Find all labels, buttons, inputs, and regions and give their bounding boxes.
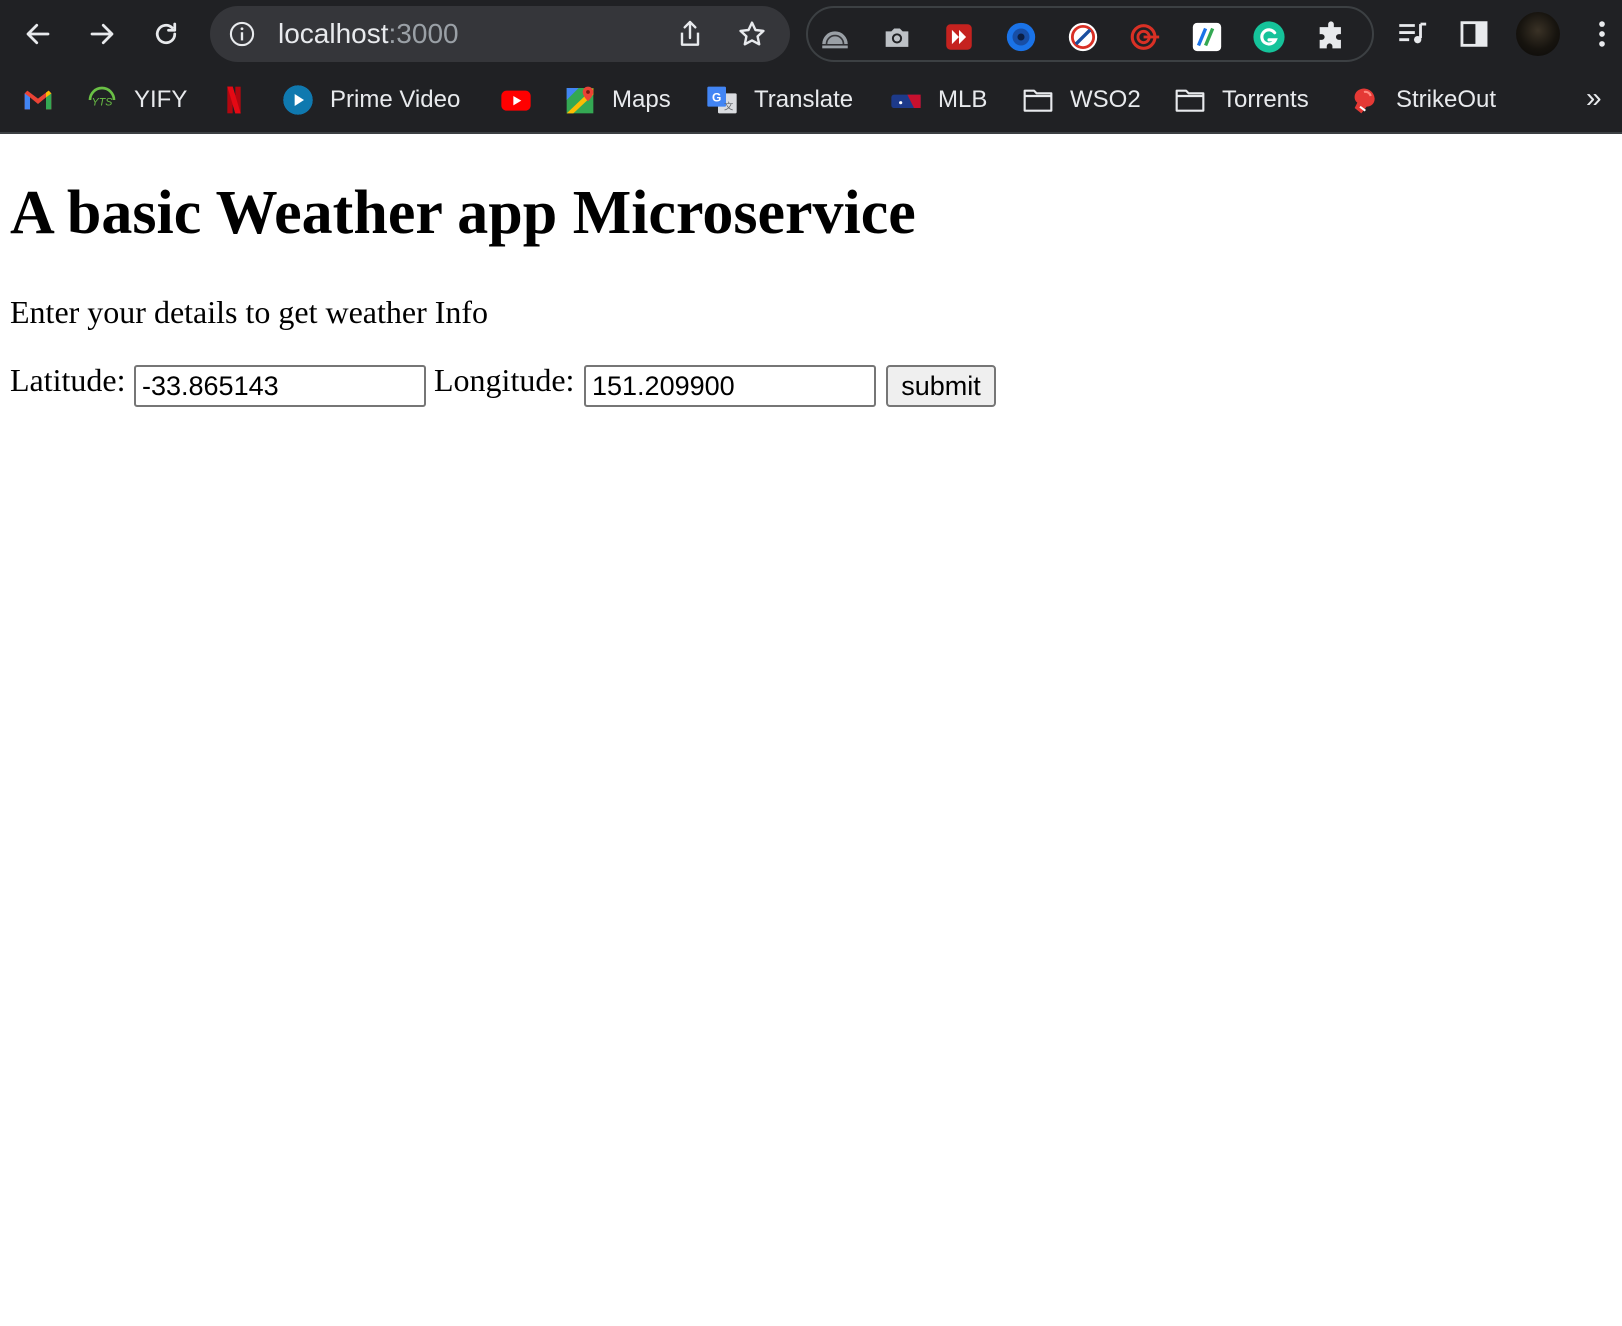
bookmark-label: YIFY (134, 86, 188, 113)
bookmark-folder-wso2[interactable]: WSO2 (1022, 80, 1141, 120)
netflix-icon (227, 86, 241, 114)
url-text[interactable]: localhost:3000 (278, 19, 459, 49)
extension-4[interactable] (1004, 20, 1038, 54)
bookmark-label: Prime Video (330, 86, 461, 113)
page-title: A basic Weather app Microservice (10, 179, 916, 247)
bookmark-folder-torrents[interactable]: Torrents (1174, 80, 1309, 120)
folder-icon (1023, 89, 1053, 112)
browser-toolbar: localhost:3000 (0, 0, 1622, 68)
url-host: localhost (278, 18, 389, 49)
side-panel-button[interactable] (1456, 16, 1492, 52)
latitude-label: Latitude: (10, 362, 126, 398)
submit-button[interactable]: submit (886, 365, 996, 407)
extension-2[interactable] (880, 20, 914, 54)
slashes-icon (1192, 22, 1222, 52)
puzzle-piece-icon (1319, 21, 1341, 49)
bookmark-prime-video[interactable]: Prime Video (282, 80, 460, 120)
svg-text:YTS: YTS (92, 96, 113, 108)
svg-text:G: G (712, 90, 721, 104)
url-port: :3000 (388, 18, 459, 49)
bookmark-label: Translate (754, 86, 854, 113)
bookmark-label: StrikeOut (1396, 86, 1497, 113)
bookmark-youtube[interactable] (500, 80, 532, 120)
maps-icon (566, 86, 594, 114)
longitude-label: Longitude: (434, 362, 575, 398)
page-subtitle: Enter your details to get weather Info (10, 294, 489, 330)
extensions-group (806, 6, 1374, 62)
more-bookmarks-button[interactable]: » (1586, 82, 1602, 114)
translate-icon: G文 (707, 86, 737, 114)
arrow-right-icon (90, 23, 114, 45)
blue-circle-icon (1006, 22, 1036, 52)
bookmark-star-icon[interactable] (736, 18, 768, 50)
arrow-left-icon (26, 23, 50, 45)
svg-text:文: 文 (724, 100, 733, 111)
block-icon (1068, 22, 1098, 52)
reload-icon (155, 22, 177, 45)
bookmark-label: Maps (612, 86, 671, 113)
prime-video-icon (283, 85, 313, 115)
latitude-input[interactable] (134, 365, 426, 407)
target-icon (1130, 24, 1160, 50)
bookmark-netflix[interactable] (218, 80, 250, 120)
boxing-glove-icon (1354, 88, 1375, 114)
extension-8[interactable] (1252, 20, 1286, 54)
reload-button[interactable] (146, 14, 186, 54)
bookmarks-bar: YTS YIFY Prime Video Maps G文 Translate M… (0, 68, 1622, 134)
page-content: A basic Weather app Microservice Enter y… (0, 134, 1622, 1326)
fast-forward-icon (946, 24, 972, 50)
extension-3[interactable] (942, 20, 976, 54)
bookmark-strikeout[interactable]: StrikeOut (1348, 80, 1496, 120)
bookmark-label: MLB (938, 86, 988, 113)
extensions-menu-button[interactable] (1314, 20, 1348, 54)
bookmark-label: Torrents (1222, 86, 1309, 113)
forward-button[interactable] (82, 14, 122, 54)
back-button[interactable] (18, 14, 58, 54)
extension-7[interactable] (1190, 20, 1224, 54)
more-vertical-icon (1599, 21, 1605, 47)
bookmark-gmail[interactable] (22, 80, 54, 120)
share-icon[interactable] (674, 18, 706, 50)
site-info-icon[interactable] (228, 20, 256, 48)
dome-extension-icon (822, 31, 848, 49)
camera-icon (885, 28, 909, 47)
extension-1[interactable] (818, 20, 852, 54)
gmail-icon (24, 90, 52, 110)
side-panel-icon (1460, 21, 1488, 47)
media-controls-button[interactable] (1394, 16, 1430, 52)
bookmark-label: WSO2 (1070, 86, 1141, 113)
playlist-music-icon (1399, 22, 1427, 44)
folder-icon (1175, 89, 1205, 112)
longitude-input[interactable] (584, 365, 876, 407)
bookmark-mlb[interactable]: MLB (890, 80, 987, 120)
grammarly-icon (1253, 21, 1285, 53)
mlb-icon (891, 94, 921, 108)
browser-menu-button[interactable] (1584, 16, 1620, 52)
yts-icon: YTS (88, 86, 116, 108)
youtube-icon (501, 90, 531, 111)
extension-5[interactable] (1066, 20, 1100, 54)
profile-avatar[interactable] (1516, 12, 1560, 56)
bookmark-maps[interactable]: Maps (564, 80, 671, 120)
bookmark-yify[interactable]: YTS YIFY (86, 80, 187, 120)
address-bar[interactable]: localhost:3000 (210, 6, 790, 62)
extension-6[interactable] (1128, 20, 1162, 54)
bookmark-translate[interactable]: G文 Translate (706, 80, 853, 120)
